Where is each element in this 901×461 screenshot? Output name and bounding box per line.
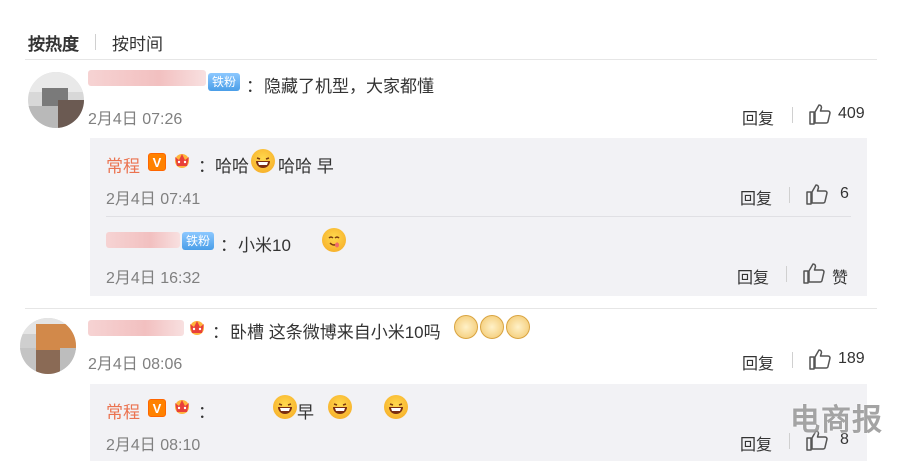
action-divider [792,352,793,368]
reply-text: 小米10 [238,236,291,255]
laugh-emoji-icon [328,395,353,419]
sort-by-time-tab[interactable]: 按时间 [112,30,163,55]
doge-emoji-icon [480,315,504,339]
sort-by-hot-tab[interactable]: 按热度 [28,30,79,55]
like-count: 189 [838,350,865,367]
fan-badge[interactable]: 铁粉 [182,232,215,250]
comment-colon: ： [212,323,229,342]
reply-username[interactable]: 常程 [106,152,140,177]
fan-badge[interactable]: 铁粉 [208,73,241,91]
doge-emoji-icon [454,315,478,339]
crown-badge-icon[interactable] [172,397,192,415]
like-label[interactable]: 赞 [832,264,848,288]
reply-colon: ： [220,236,237,255]
watermark: 电商报 [790,404,883,437]
reply-divider [106,216,851,217]
like-count: 6 [840,185,849,202]
comment-time: 2月4日 08:06 [88,356,183,373]
header-divider [25,59,877,60]
reply-time: 2月4日 16:32 [106,270,201,287]
reply-button[interactable]: 回复 [742,105,774,129]
verified-v-badge[interactable]: V [148,153,166,171]
reply-username[interactable]: 常程 [106,398,140,423]
comment-time: 2月4日 07:26 [88,111,183,128]
reply-button[interactable]: 回复 [740,185,772,209]
username-blurred[interactable] [88,70,206,86]
sort-bar: 按热度 按时间 [28,30,163,54]
thumbs-up-icon[interactable] [805,183,829,205]
thumbs-up-icon[interactable] [808,348,832,370]
crown-badge-icon[interactable] [172,151,192,169]
avatar[interactable] [20,318,76,374]
reply-button[interactable]: 回复 [742,350,774,374]
thumbs-up-icon[interactable] [808,103,832,125]
like-count: 409 [838,105,865,122]
reply-button[interactable]: 回复 [740,431,772,455]
action-divider [792,107,793,123]
doge-emoji-icon [506,315,530,339]
laugh-emoji-icon [383,395,408,419]
comment-colon: ： [246,77,263,96]
reply-time: 2月4日 08:10 [106,437,201,454]
yummy-emoji-icon [322,228,347,252]
reply-colon: ： [198,403,215,422]
crown-badge-icon[interactable] [187,318,207,336]
reply-time: 2月4日 07:41 [106,191,201,208]
reply-text: 早 [297,403,314,422]
reply-text-part2: 哈哈 早 [278,157,334,176]
comment-text: 隐藏了机型，大家都懂 [264,77,434,96]
laugh-emoji-icon [251,149,275,173]
action-divider [789,187,790,203]
reply-button[interactable]: 回复 [737,264,769,288]
thumbs-up-icon[interactable] [802,262,826,284]
verified-v-badge[interactable]: V [148,399,166,417]
action-divider [786,266,787,282]
laugh-emoji-icon [272,395,297,419]
reply-text-part1: ：哈哈 [198,157,249,176]
username-blurred[interactable] [88,320,184,336]
avatar[interactable] [28,72,84,128]
sort-divider [95,34,96,50]
comment-text: 卧槽 这条微博来自小米10吗 [230,323,441,342]
reply-username-blurred[interactable] [106,232,180,248]
comment-divider [25,308,877,309]
